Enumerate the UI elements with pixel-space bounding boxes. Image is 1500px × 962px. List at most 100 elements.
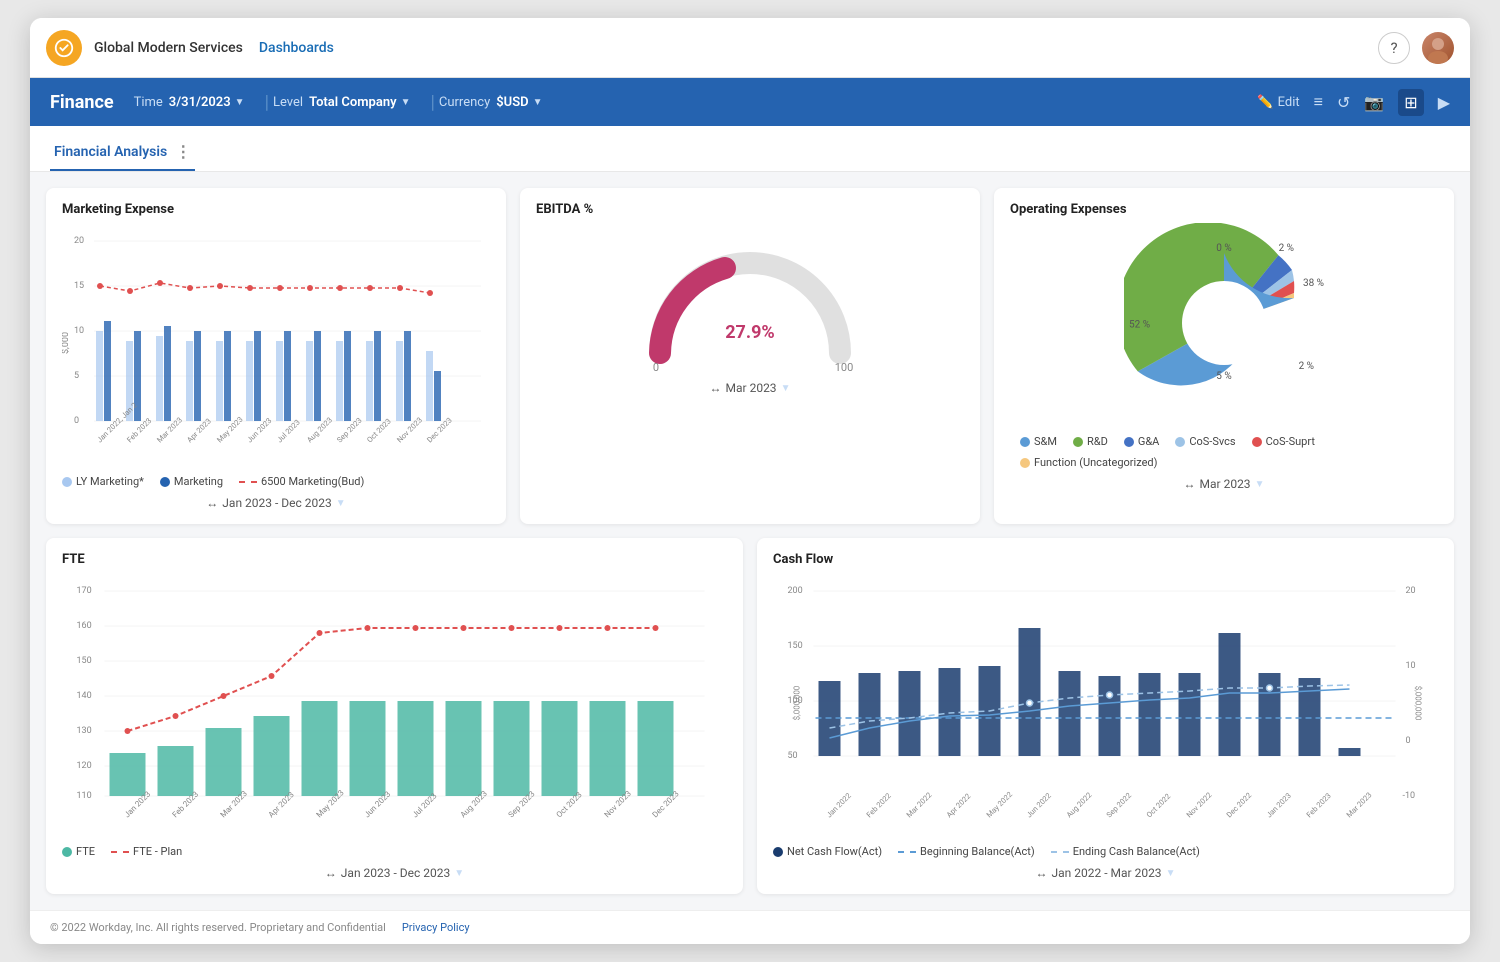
svg-text:0: 0: [653, 361, 659, 373]
currency-label: Currency: [439, 95, 490, 110]
svg-text:Oct 2022: Oct 2022: [1145, 792, 1173, 820]
legend-fte: FTE: [62, 845, 95, 858]
fte-footer[interactable]: ↔ Jan 2023 - Dec 2023 ▼: [62, 866, 727, 880]
legend-label-bud: 6500 Marketing(Bud): [261, 475, 364, 488]
legend-label-mkt: Marketing: [174, 475, 223, 488]
svg-text:160: 160: [77, 621, 92, 631]
top-row: Marketing Expense 20 15 10 5 0 $,000: [46, 188, 1454, 524]
svg-text:Jun 2022: Jun 2022: [1025, 791, 1053, 819]
fte-legend: FTE FTE - Plan: [62, 845, 727, 858]
svg-text:Mar 2023: Mar 2023: [1345, 791, 1374, 820]
svg-text:10: 10: [1406, 661, 1416, 671]
ebitda-footer-chevron: ▼: [781, 383, 791, 394]
svg-text:20: 20: [74, 236, 84, 246]
page-footer: © 2022 Workday, Inc. All rights reserved…: [30, 910, 1470, 944]
cash-flow-footer-arrow: ↔: [1036, 866, 1048, 880]
svg-text:150: 150: [77, 656, 92, 666]
svg-text:150: 150: [788, 641, 803, 651]
bottom-row: FTE 170 160 150 140 130 120 110: [46, 538, 1454, 894]
bar-actions: ✏️ Edit ≡ ↺ 📷 ⊞ ▶: [1257, 89, 1450, 116]
grid-icon[interactable]: ⊞: [1398, 89, 1423, 116]
legend-beginning: Beginning Balance(Act): [898, 845, 1035, 858]
svg-text:0: 0: [1406, 736, 1411, 746]
page-title: Finance: [50, 92, 114, 113]
legend-function: Function (Uncategorized): [1020, 456, 1157, 469]
svg-text:120: 120: [77, 761, 92, 771]
svg-text:May 2022: May 2022: [985, 790, 1015, 820]
time-filter[interactable]: Time 3/31/2023 ▼: [134, 95, 245, 110]
ebitda-footer[interactable]: ↔ Mar 2023 ▼: [536, 381, 964, 395]
edit-label: Edit: [1278, 95, 1300, 110]
legend-label-fte-plan: FTE - Plan: [133, 845, 182, 858]
legend-label-net-cash: Net Cash Flow(Act): [787, 845, 882, 858]
marketing-expense-title: Marketing Expense: [62, 202, 490, 217]
ebitda-gauge: 27.9% 0 100: [536, 223, 964, 373]
legend-dot-fte: [62, 847, 72, 857]
copyright: © 2022 Workday, Inc. All rights reserved…: [50, 921, 386, 934]
fte-title: FTE: [62, 552, 727, 567]
svg-text:110: 110: [77, 791, 92, 801]
privacy-policy-link[interactable]: Privacy Policy: [402, 921, 470, 934]
legend-dot-cos-suprt: [1252, 437, 1262, 447]
legend-label-rd: R&D: [1087, 435, 1108, 448]
legend-sm: S&M: [1020, 435, 1057, 448]
legend-dash-plan: [111, 851, 129, 853]
currency-value[interactable]: $USD ▼: [496, 95, 542, 110]
legend-ending: Ending Cash Balance(Act): [1051, 845, 1200, 858]
svg-text:$,000,000: $,000,000: [1414, 686, 1423, 721]
legend-dot-rd: [1073, 437, 1083, 447]
tab-menu-icon[interactable]: ⋮: [175, 142, 191, 161]
level-chevron: ▼: [401, 97, 411, 108]
legend-label-cos-suprt: CoS-Suprt: [1266, 435, 1315, 448]
level-value[interactable]: Total Company ▼: [309, 95, 410, 110]
svg-text:Feb 2023: Feb 2023: [1305, 791, 1333, 819]
level-label: Level: [273, 95, 303, 110]
legend-label-function: Function (Uncategorized): [1034, 456, 1157, 469]
legend-ga: G&A: [1124, 435, 1160, 448]
legend-label-ending: Ending Cash Balance(Act): [1073, 845, 1200, 858]
legend-label-fte: FTE: [76, 845, 95, 858]
operating-expenses-card: Operating Expenses: [994, 188, 1454, 524]
opex-footer-arrow: ↔: [1184, 477, 1196, 491]
cash-flow-footer[interactable]: ↔ Jan 2022 - Mar 2023 ▼: [773, 866, 1438, 880]
legend-dot-function: [1020, 458, 1030, 468]
svg-text:15: 15: [74, 281, 84, 291]
time-value[interactable]: 3/31/2023 ▼: [169, 95, 245, 110]
svg-text:130: 130: [77, 726, 92, 736]
dashboards-link[interactable]: Dashboards: [259, 40, 334, 56]
svg-text:Jul 2023: Jul 2023: [275, 418, 302, 445]
donut-chart: 0 % 38 % 52 % 2 % 5 % 2 %: [1124, 223, 1324, 427]
svg-text:$,000,000: $,000,000: [793, 685, 802, 720]
legend-dot-net-cash: [773, 847, 783, 857]
cash-flow-footer-text: Jan 2022 - Mar 2023: [1052, 866, 1162, 880]
ebitda-card: EBITDA % 27.9% 0 100 ↔: [520, 188, 980, 524]
marketing-footer[interactable]: ↔ Jan 2023 - Dec 2023 ▼: [62, 496, 490, 510]
svg-text:20: 20: [1406, 586, 1416, 596]
camera-icon[interactable]: 📷: [1364, 93, 1384, 112]
currency-filter[interactable]: Currency $USD ▼: [439, 95, 543, 110]
tab-bar: Financial Analysis ⋮: [30, 126, 1470, 172]
level-filter[interactable]: Level Total Company ▼: [273, 95, 410, 110]
opex-footer[interactable]: ↔ Mar 2023 ▼: [1010, 477, 1438, 491]
opex-footer-chevron: ▼: [1255, 479, 1265, 490]
edit-button[interactable]: ✏️ Edit: [1257, 95, 1299, 110]
marketing-expense-chart: 20 15 10 5 0 $,000: [62, 223, 490, 467]
filter-icon[interactable]: ≡: [1314, 92, 1323, 112]
svg-text:140: 140: [77, 691, 92, 701]
financial-analysis-tab[interactable]: Financial Analysis ⋮: [50, 134, 195, 171]
fte-card: FTE 170 160 150 140 130 120 110: [46, 538, 743, 894]
legend-dot-mkt: [160, 477, 170, 487]
user-avatar[interactable]: [1422, 32, 1454, 64]
legend-label-ly: LY Marketing*: [76, 475, 144, 488]
svg-text:Jan 2023: Jan 2023: [1265, 791, 1293, 819]
refresh-icon[interactable]: ↺: [1337, 93, 1350, 112]
marketing-expense-card: Marketing Expense 20 15 10 5 0 $,000: [46, 188, 506, 524]
cash-flow-footer-chevron: ▼: [1166, 868, 1176, 879]
currency-chevron: ▼: [533, 97, 543, 108]
legend-label-sm: S&M: [1034, 435, 1057, 448]
legend-rd: R&D: [1073, 435, 1108, 448]
video-icon[interactable]: ▶: [1438, 93, 1450, 112]
svg-text:10: 10: [74, 326, 84, 336]
svg-text:5: 5: [74, 371, 79, 381]
help-icon[interactable]: ?: [1378, 32, 1410, 64]
